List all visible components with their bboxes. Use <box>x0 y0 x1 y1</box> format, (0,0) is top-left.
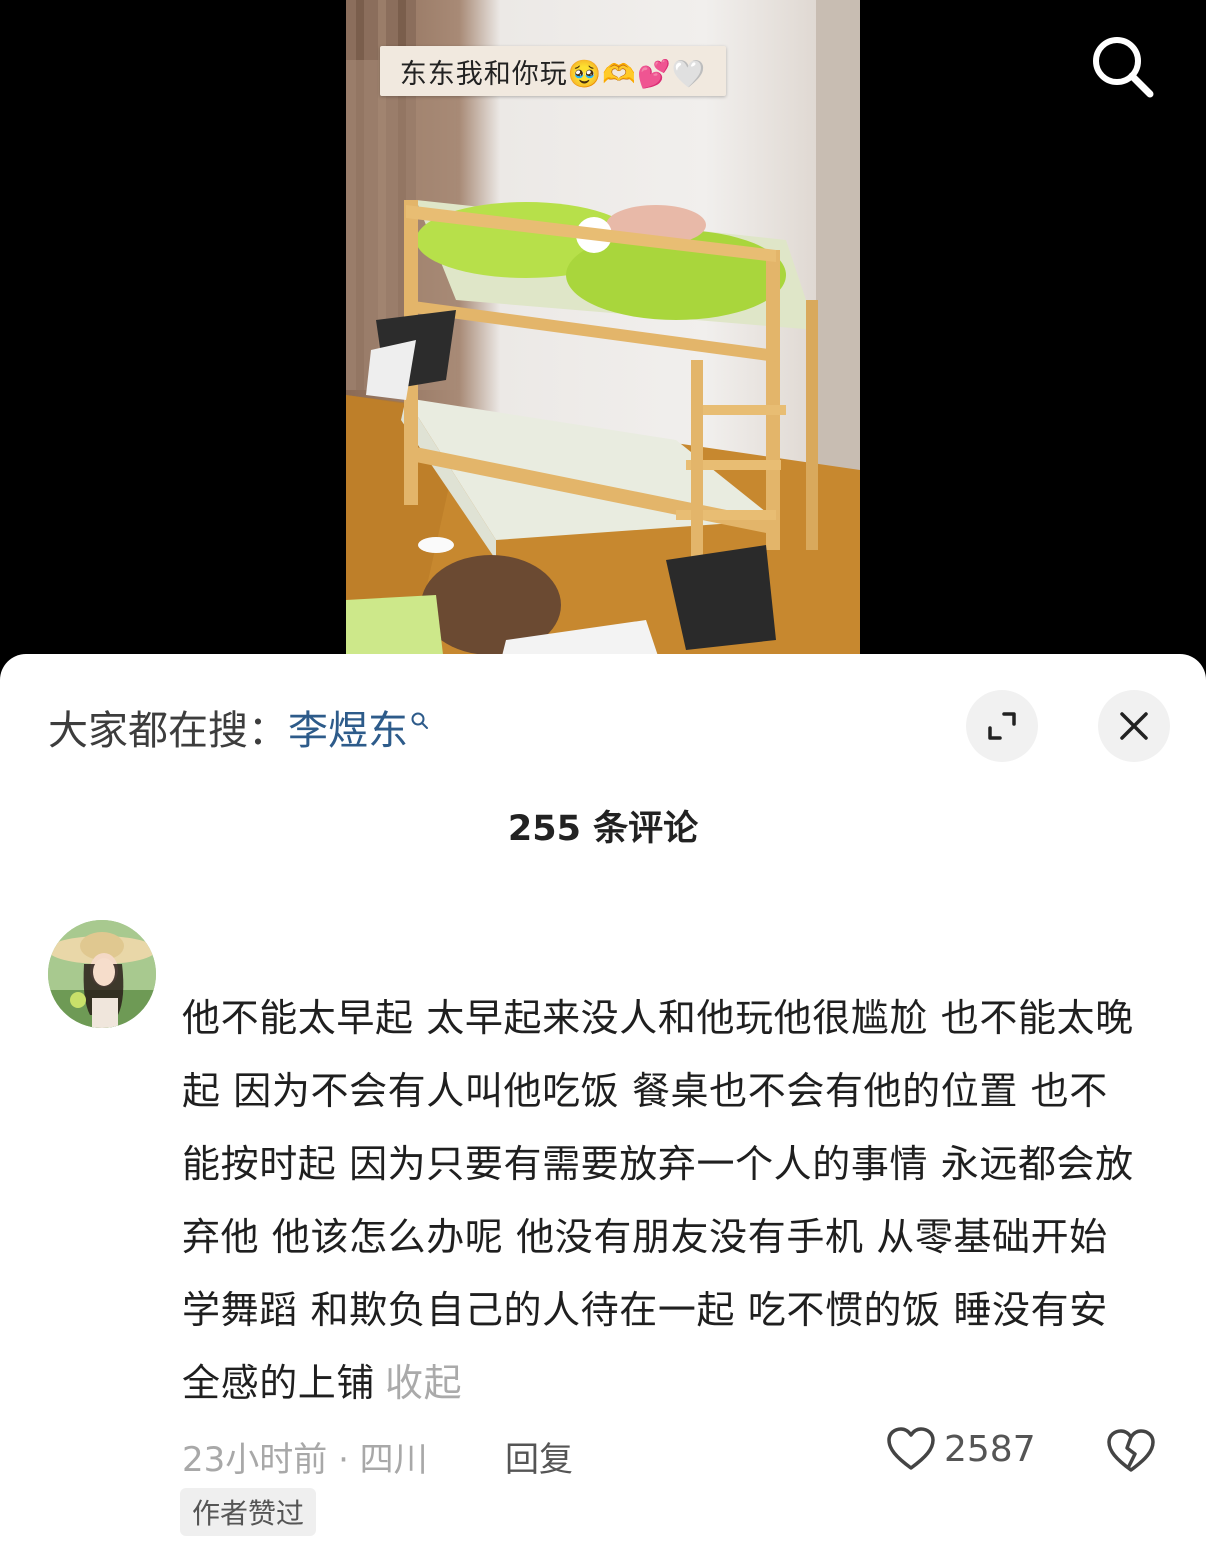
comment-text: 他不能太早起 太早起来没人和他玩他很尴尬 也不能太晚起 因为不会有人叫他吃饭 餐… <box>182 996 1134 1405</box>
video-area[interactable]: 东东我和你玩🥹🫶💕🤍 <box>0 0 1206 680</box>
comment-sheet: 大家都在搜： 李煜东 255 条评论 他不能太早起 太早起来没人和他玩他很尴尬 … <box>0 654 1206 1552</box>
broken-heart-icon <box>1107 1429 1155 1472</box>
avatar[interactable] <box>48 920 156 1028</box>
like-button[interactable]: 2587 <box>886 1426 1036 1472</box>
dislike-button[interactable] <box>1106 1428 1156 1478</box>
comment-body: 他不能太早起 太早起来没人和他玩他很尴尬 也不能太晚起 因为不会有人叫他吃饭 餐… <box>182 982 1142 1420</box>
close-button[interactable] <box>1098 690 1170 762</box>
expand-button[interactable] <box>966 690 1038 762</box>
heart-icon <box>887 1427 935 1470</box>
search-icon[interactable] <box>1086 30 1158 102</box>
collapse-link[interactable]: 收起 <box>385 1361 462 1405</box>
expand-icon <box>988 712 1016 740</box>
like-count: 2587 <box>944 1428 1036 1470</box>
author-liked-badge: 作者赞过 <box>180 1488 317 1536</box>
bunk-bed-scene <box>346 0 860 680</box>
video-sticker-text: 东东我和你玩🥹🫶💕🤍 <box>380 46 726 96</box>
hot-search-icon <box>410 695 430 741</box>
reply-button[interactable]: 回复 <box>505 1432 573 1481</box>
close-icon <box>1120 712 1148 740</box>
hot-search-prefix: 大家都在搜： <box>48 708 288 754</box>
comment-time-location: 23小时前 · 四川 <box>182 1440 428 1480</box>
hot-search-bar[interactable]: 大家都在搜： 李煜东 <box>48 698 430 756</box>
hot-search-keyword[interactable]: 李煜东 <box>288 698 408 756</box>
comment-count-title: 255 条评论 <box>507 809 699 849</box>
video-frame[interactable]: 东东我和你玩🥹🫶💕🤍 <box>346 0 860 680</box>
